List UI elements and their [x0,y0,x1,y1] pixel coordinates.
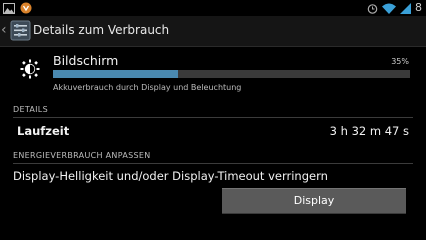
duration-label: Laufzeit [17,124,70,138]
status-time: 8 [415,1,422,14]
status-bar-left [3,2,32,14]
action-bar: ‹ Details zum Verbrauch [0,16,426,47]
usage-bar-fill [53,70,178,78]
picture-icon [3,2,15,14]
usage-bar [53,70,410,78]
brightness-icon [20,59,40,79]
duration-value: 3 h 32 m 47 s [329,124,409,138]
display-settings-button[interactable]: Display [222,188,406,214]
status-bar-right: 8 [367,2,422,14]
adjust-divider [13,163,413,164]
alarm-icon [367,3,378,14]
notification-icon [20,2,32,14]
usage-item-title: Bildschirm [53,53,119,68]
up-chevron-icon[interactable]: ‹ [1,23,7,37]
signal-icon [400,2,411,14]
usage-item-description: Akkuverbrauch durch Display und Beleucht… [53,83,242,92]
details-header: DETAILS [13,105,48,114]
settings-app-icon[interactable] [10,20,31,41]
details-divider [13,117,413,118]
adjust-header: ENERGIEVERBRAUCH ANPASSEN [13,151,151,160]
usage-item-screen: Bildschirm 35% Akkuverbrauch durch Displ… [0,48,426,98]
page-title: Details zum Verbrauch [33,23,170,37]
adjust-suggestion: Display-Helligkeit und/oder Display-Time… [13,169,328,183]
status-bar: 8 [0,0,426,16]
wifi-icon [382,3,396,14]
usage-percent: 35% [391,57,409,66]
